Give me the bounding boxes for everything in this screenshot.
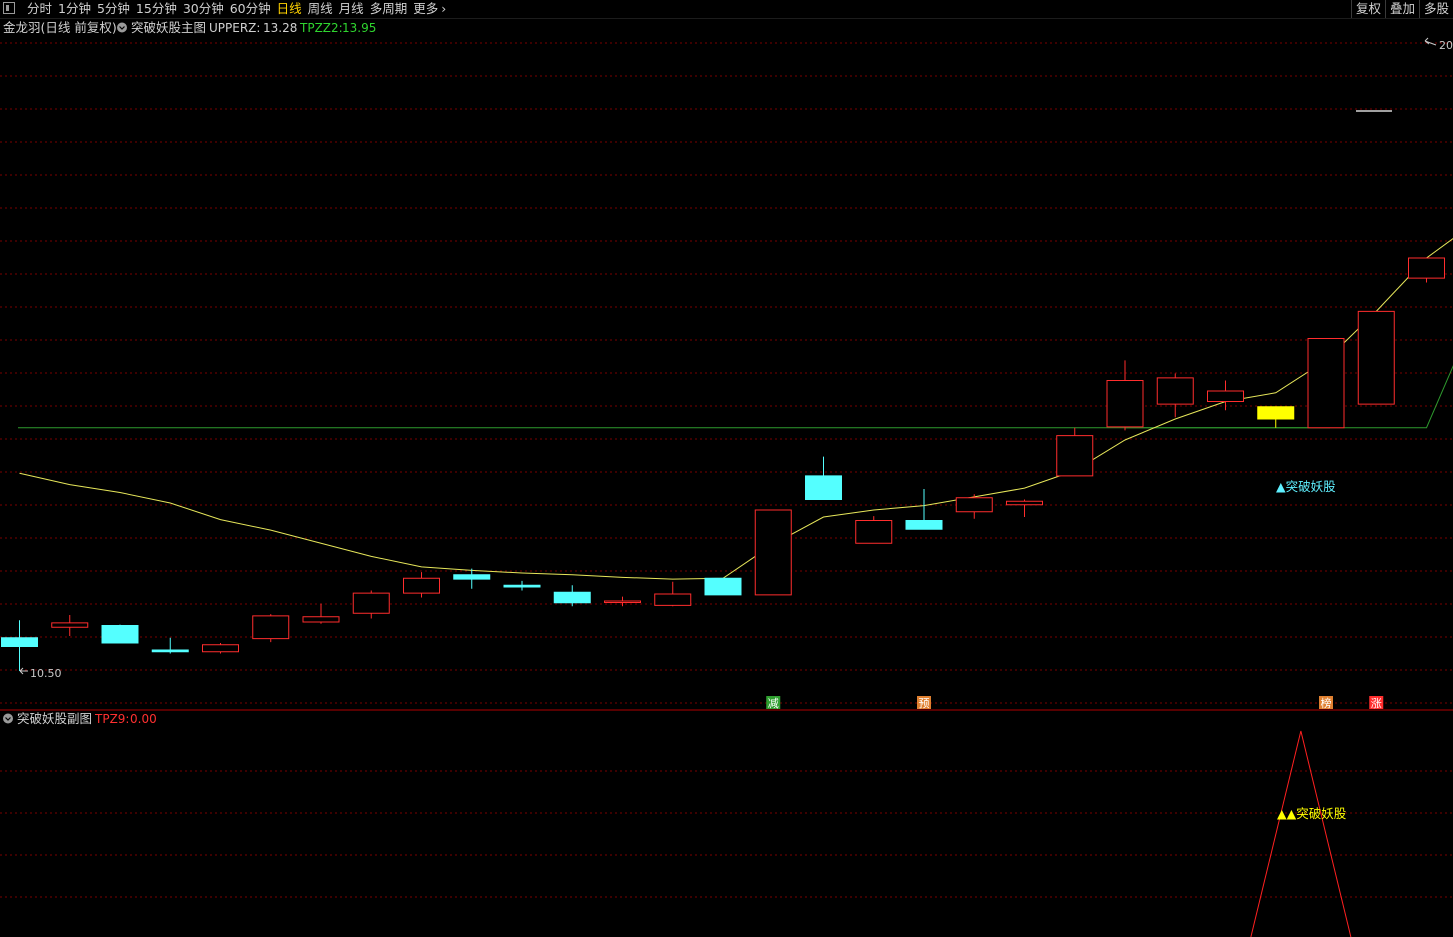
candle-up: [1307, 338, 1345, 429]
breakout-signal-label: ▲突破妖股: [1276, 479, 1336, 494]
high-price-label: 20: [1439, 39, 1453, 52]
chevron-down-icon[interactable]: [117, 22, 127, 33]
candle-up: [955, 497, 993, 513]
candles: [1, 257, 1445, 671]
upperz-label: UPPERZ:: [209, 21, 260, 35]
ma-line: [19, 237, 1453, 580]
candle-up: [51, 622, 89, 628]
stock-name: 金龙羽(日线 前复权): [3, 20, 117, 35]
sub-indicator-name: 突破妖股副图: [17, 711, 92, 726]
candle-down: [1, 637, 38, 647]
candle-down: [453, 574, 491, 580]
candle-up: [403, 577, 440, 594]
tpzz2-label: TPZZ2:: [299, 21, 343, 35]
candle-up: [1156, 377, 1194, 405]
candle-down: [905, 520, 943, 530]
upperz-value: 13.28: [263, 21, 297, 35]
candle-up: [1257, 406, 1295, 420]
candle-up: [302, 616, 340, 623]
sub-breakout-label: ▲▲突破妖股: [1277, 806, 1347, 821]
candle-up: [604, 600, 641, 603]
grid: [0, 42, 1453, 898]
candle-down: [503, 584, 541, 588]
candle-up: [654, 593, 692, 606]
candle-up: [1207, 390, 1244, 402]
sub-chevron-down-icon[interactable]: [3, 713, 13, 724]
candle-up: [1408, 257, 1445, 279]
main-legend: 金龙羽(日线 前复权) 突破妖股主图 UPPERZ: 13.28 TPZZ2: …: [3, 20, 376, 35]
signal-text: 预: [919, 697, 930, 710]
tpzz2-value: 13.95: [342, 21, 376, 35]
candle-up: [1056, 435, 1094, 477]
tpz9-label: TPZ9:: [94, 712, 129, 726]
tpz9-value: 0.00: [130, 712, 157, 726]
candle-down: [805, 475, 842, 500]
candle-down: [553, 591, 591, 604]
low-price-label: 10.50: [30, 667, 62, 680]
candle-down: [101, 625, 139, 644]
signal-text: 榜: [1321, 696, 1332, 710]
candle-down: [704, 577, 742, 596]
candle-up: [252, 615, 290, 640]
candle-up: [352, 592, 390, 614]
high-arrow-icon: [1424, 37, 1437, 46]
signal-text: 涨: [1371, 697, 1382, 710]
low-arrow-icon: [19, 667, 28, 675]
candle-down: [151, 649, 189, 653]
tpz9-line: [1250, 730, 1352, 937]
candle-up: [754, 509, 792, 596]
candle-up: [855, 520, 893, 544]
kline-chart[interactable]: 10.50 20 ▲突破妖股 减 预 榜 涨 ▲▲突破妖股 金龙羽(日线 前复权) 突…: [0, 0, 1453, 937]
candle-up: [1006, 500, 1043, 506]
main-indicator-name: 突破妖股主图: [131, 20, 206, 35]
sub-legend: 突破妖股副图 TPZ9: 0.00: [3, 711, 157, 726]
candle-up: [1357, 310, 1395, 405]
candle-up: [202, 644, 239, 653]
candle-up: [1106, 380, 1144, 428]
signal-text: 减: [768, 697, 779, 710]
